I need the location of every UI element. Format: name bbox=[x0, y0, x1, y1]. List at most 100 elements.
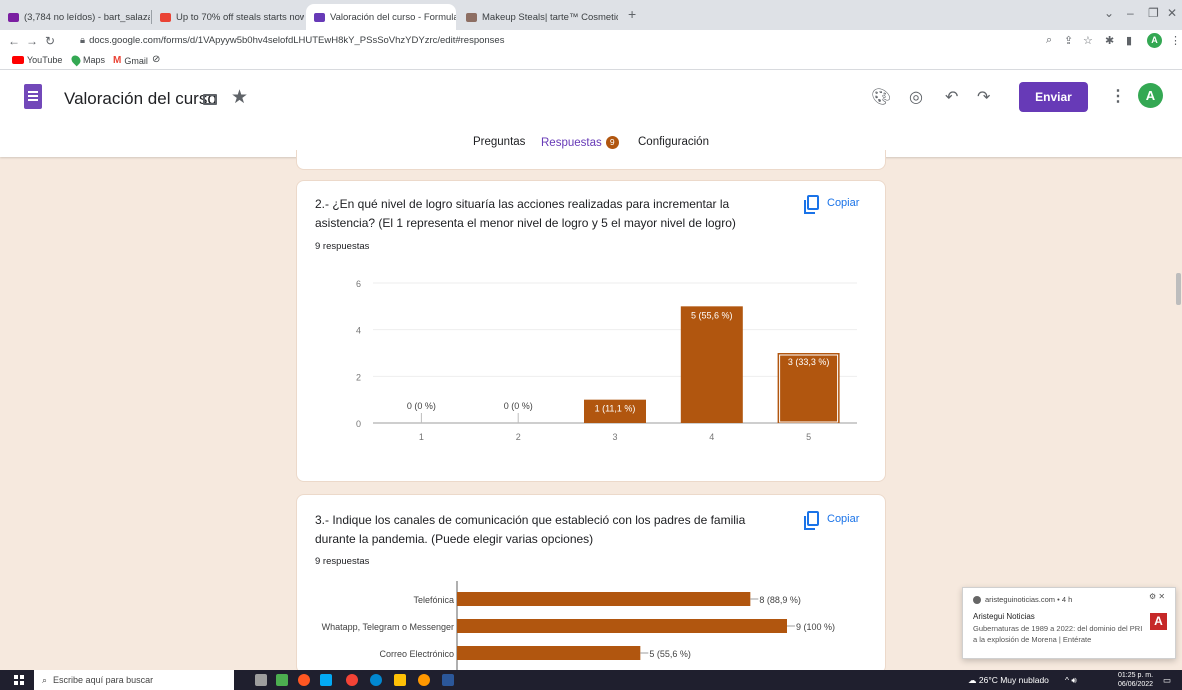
browser-tab-form[interactable]: Valoración del curso - Formulario ✕ bbox=[306, 4, 456, 30]
forms-logo-icon[interactable] bbox=[24, 84, 42, 109]
bar bbox=[680, 306, 743, 423]
close-window-icon[interactable]: ✕ bbox=[1167, 6, 1177, 20]
bookmark-youtube[interactable]: YouTube bbox=[12, 55, 62, 65]
bookmark-label: Gmail bbox=[124, 55, 148, 66]
star-icon[interactable]: ★ bbox=[231, 86, 248, 109]
source-text: aristeguinoticias.com • 4 h bbox=[985, 595, 1073, 604]
back-icon[interactable]: ← bbox=[8, 34, 20, 48]
tab-questions[interactable]: Preguntas bbox=[473, 136, 525, 148]
avatar[interactable]: A bbox=[1138, 83, 1163, 108]
search-icon: ⌕ bbox=[42, 674, 48, 685]
forms-icon bbox=[314, 12, 325, 22]
globe-icon: ⊘ bbox=[152, 54, 161, 65]
question-card-3: 3.- Indique los canales de comunicación … bbox=[296, 494, 886, 674]
browser-tab-strip: (3,784 no leídos) - bart_salazarm ✕ Up t… bbox=[0, 0, 1182, 30]
word-icon[interactable] bbox=[442, 674, 454, 686]
data-label: 1 (11,1 %) bbox=[595, 404, 636, 414]
preview-eye-icon[interactable]: ◎ bbox=[909, 87, 923, 107]
form-title[interactable]: Valoración del curso bbox=[64, 89, 217, 109]
store-icon[interactable] bbox=[394, 674, 406, 686]
notification-controls[interactable]: ⚙ ✕ bbox=[1149, 592, 1165, 601]
browser-tab-promo[interactable]: Up to 70% off steals starts now! ✕ bbox=[152, 4, 304, 30]
copy-chart-button[interactable]: Copiar bbox=[804, 511, 859, 530]
data-label: 5 (55,6 %) bbox=[649, 649, 691, 659]
folder-icon[interactable] bbox=[203, 94, 217, 105]
weather-widget[interactable]: ☁ 26°C Muy nublado bbox=[968, 675, 1049, 686]
x-tick-label: 1 bbox=[419, 432, 424, 442]
bar bbox=[457, 592, 751, 606]
search-placeholder: Escribe aquí para buscar bbox=[53, 675, 154, 685]
tab-responses[interactable]: Respuestas 9 bbox=[541, 136, 619, 149]
forward-icon[interactable]: → bbox=[26, 34, 38, 48]
youtube-icon bbox=[12, 56, 24, 64]
bookmark-label: Maps bbox=[83, 55, 106, 65]
taskbar: ⌕ Escribe aquí para buscar ☁ 26°C Muy nu… bbox=[0, 670, 1182, 690]
app-icon[interactable] bbox=[276, 674, 288, 686]
task-view-icon[interactable] bbox=[255, 674, 267, 686]
zoom-icon[interactable]: ⌕ bbox=[1046, 34, 1052, 47]
gmail-icon: M bbox=[113, 55, 122, 66]
browser-tab-makeup[interactable]: Makeup Steals| tarte™ Cosmetics ✕ bbox=[458, 4, 618, 30]
tray-icons[interactable]: ^ 🔊︎ bbox=[1065, 675, 1077, 686]
bar bbox=[457, 646, 641, 660]
category-label: Telefónica bbox=[413, 595, 454, 605]
redo-icon[interactable]: ↷ bbox=[977, 87, 990, 107]
response-count: 9 respuestas bbox=[315, 556, 370, 567]
scrollbar[interactable] bbox=[1176, 273, 1181, 305]
mail-icon bbox=[8, 12, 19, 22]
copy-chart-button[interactable]: Copiar bbox=[804, 195, 860, 214]
x-tick-label: 3 bbox=[612, 432, 617, 442]
minimize-icon[interactable]: – bbox=[1127, 6, 1134, 20]
news-logo: A bbox=[1150, 613, 1167, 630]
clock-date: 06/06/2022 bbox=[1118, 681, 1154, 688]
windows-start-icon[interactable] bbox=[14, 675, 24, 685]
y-tick-label: 6 bbox=[356, 279, 361, 289]
copy-icon bbox=[804, 511, 819, 530]
send-button[interactable]: Enviar bbox=[1019, 82, 1088, 112]
url-text: docs.google.com/forms/d/1VApyyw5b0hv4sel… bbox=[89, 35, 505, 46]
undo-icon[interactable]: ↶ bbox=[945, 87, 958, 107]
x-tick-label: 4 bbox=[709, 432, 714, 442]
maps-icon bbox=[69, 53, 83, 67]
chevron-down-icon[interactable]: ⌄ bbox=[1104, 6, 1114, 20]
bookmark-gmail[interactable]: M Gmail bbox=[113, 55, 148, 66]
edge-icon[interactable] bbox=[370, 674, 382, 686]
tab-settings[interactable]: Configuración bbox=[638, 136, 709, 148]
taskbar-search[interactable]: ⌕ Escribe aquí para buscar bbox=[34, 670, 234, 690]
bookmark-star-icon[interactable]: ☆ bbox=[1083, 34, 1093, 47]
browser-tab-gmail[interactable]: (3,784 no leídos) - bart_salazarm ✕ bbox=[0, 4, 150, 30]
notification-title: Aristegui Noticias bbox=[973, 612, 1035, 621]
chrome-icon[interactable] bbox=[346, 674, 358, 686]
app-icon[interactable] bbox=[298, 674, 310, 686]
app-icon[interactable] bbox=[320, 674, 332, 686]
new-tab-icon[interactable]: + bbox=[628, 6, 636, 22]
weather-text: 26°C Muy nublado bbox=[978, 675, 1049, 685]
chrome-active-icon[interactable] bbox=[418, 674, 430, 686]
sidepanel-icon[interactable]: ▮ bbox=[1126, 34, 1132, 47]
more-icon[interactable]: ⋮ bbox=[1170, 34, 1181, 47]
bookmark-label: YouTube bbox=[27, 55, 63, 65]
reload-icon[interactable]: ↻ bbox=[45, 34, 55, 48]
data-label: 5 (55,6 %) bbox=[691, 310, 733, 320]
bookmark-globe[interactable]: ⊘ bbox=[152, 54, 160, 65]
notification-source: aristeguinoticias.com • 4 h bbox=[973, 595, 1072, 604]
tab-responses-label: Respuestas bbox=[541, 137, 602, 149]
profile-avatar[interactable]: A bbox=[1147, 33, 1162, 48]
gmail-icon bbox=[160, 12, 171, 22]
extensions-icon[interactable]: ✱ bbox=[1105, 34, 1114, 47]
news-notification[interactable]: aristeguinoticias.com • 4 h ⚙ ✕ Aristegu… bbox=[962, 587, 1176, 659]
question-text: 3.- Indique los canales de comunicación … bbox=[315, 513, 746, 546]
palette-icon[interactable]: 🎨︎ bbox=[871, 87, 891, 107]
bookmark-maps[interactable]: Maps bbox=[69, 53, 106, 67]
category-label: Correo Electrónico bbox=[379, 649, 454, 659]
more-vert-icon[interactable]: ⋮ bbox=[1110, 86, 1126, 106]
notifications-icon[interactable]: ▭ bbox=[1163, 675, 1171, 686]
share-icon[interactable]: ⇪ bbox=[1064, 34, 1073, 47]
address-bar[interactable]: 🔒︎ docs.google.com/forms/d/1VApyyw5b0hv4s… bbox=[80, 35, 504, 46]
previous-question-card bbox=[296, 150, 886, 170]
category-label: Whatapp, Telegram o Messenger bbox=[322, 622, 454, 632]
restore-icon[interactable]: ❐ bbox=[1148, 6, 1159, 20]
clock[interactable]: 01:25 p. m. 06/06/2022 bbox=[1118, 671, 1153, 689]
copy-label: Copiar bbox=[827, 196, 860, 209]
data-label: 3 (33,3 %) bbox=[788, 357, 830, 367]
